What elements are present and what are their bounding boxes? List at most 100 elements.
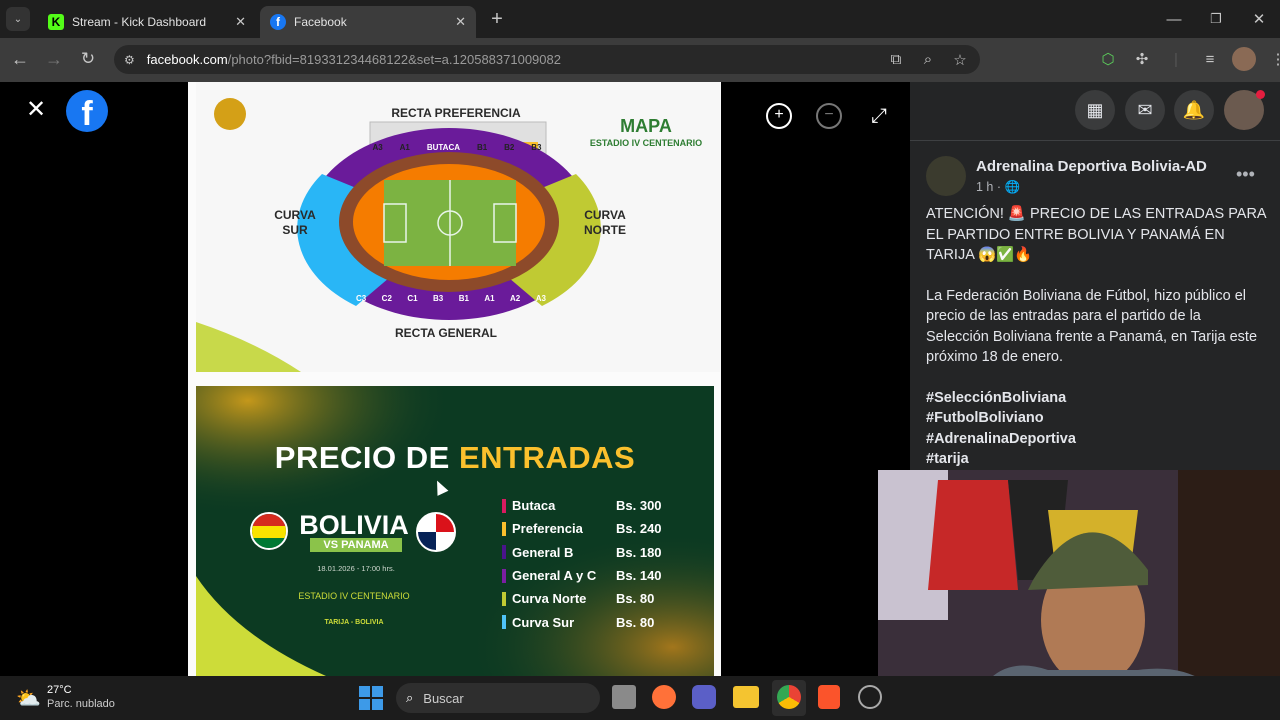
price-row: Curva Norte Bs. 80 [502,587,682,610]
weather-icon[interactable]: ⛅ [16,686,41,711]
tab-strip: ⌄ K Stream - Kick Dashboard ✕ f Facebook… [0,0,1280,38]
recta-preferencia-label: RECTA PREFERENCIA [391,106,521,120]
back-icon[interactable]: ← [8,47,32,71]
hashtag[interactable]: #tarija [926,449,1266,470]
federation-crest [214,98,246,130]
section-label: A3 [535,294,546,303]
hashtag[interactable]: #FutbolBoliviano [926,408,1266,429]
price-row: Preferencia Bs. 240 [502,517,682,540]
post-time[interactable]: 1 h · 🌐 [976,180,1020,195]
menu-icon[interactable]: ⋮ [1266,47,1280,71]
minimize-icon[interactable]: — [1162,7,1186,31]
curva-norte-label: CURVA NORTE [584,208,626,237]
price-title-a: PRECIO DE [274,440,459,475]
weather-temp[interactable]: 27°C [47,684,72,696]
weather-desc[interactable]: Parc. nublado [47,698,115,710]
app-icon[interactable] [858,685,882,709]
price-title-b: ENTRADAS [458,440,636,475]
kick-icon: K [48,14,64,30]
section-label: BUTACA [426,143,460,152]
firefox-icon[interactable] [652,685,676,709]
start-button[interactable] [359,686,383,710]
price-row-price: Bs. 180 [616,544,662,560]
hashtag[interactable]: #AdrenalinaDeportiva [926,429,1266,450]
close-tab-icon[interactable]: ✕ [455,14,466,30]
price-row-name: Butaca [512,498,556,514]
puzzle-icon[interactable]: ✣ [1130,47,1154,71]
media-control-icon[interactable]: ≡ [1198,47,1222,71]
hashtag[interactable]: #SelecciónBoliviana [926,388,1266,409]
price-row-name: General A y C [512,568,597,584]
post-author[interactable]: Adrenalina Deportiva Bolivia-AD [976,158,1207,175]
stadium-map: RECTA PREFERENCIA RECTA GENERAL CURVA SU… [196,82,720,372]
facebook-icon: f [270,14,286,30]
restore-icon[interactable]: ❐ [1204,7,1228,31]
price-row: Butaca Bs. 300 [502,494,682,517]
post-time-text: 1 h · [976,180,1005,194]
section-label: B3 [433,294,444,303]
brave-icon[interactable] [818,685,840,709]
city: TARIJA - BOLIVIA [324,619,384,626]
facebook-logo[interactable]: f [66,90,108,133]
post-paragraph: La Federación Boliviana de Fútbol, hizo … [926,287,1258,366]
fullscreen-icon[interactable]: ⤢ [866,103,892,129]
section-label: A1 [484,294,495,303]
post-headline: ATENCIÓN! 🚨 PRECIO DE LAS ENTRADAS PARA … [926,206,1266,263]
messenger-icon[interactable]: ✉ [1125,90,1165,130]
tab-kick[interactable]: K Stream - Kick Dashboard ✕ [38,6,256,38]
address-bar[interactable]: ⚙ facebook.com/photo?fbid=81933123446812… [114,45,980,74]
toolbar-extensions: ⬡ ✣ | ≡ ⋮ [1096,47,1280,71]
price-row-name: Preferencia [512,521,583,537]
zoom-in-icon[interactable]: + [766,103,792,129]
recta-general-label: RECTA GENERAL [395,326,497,340]
new-tab-icon[interactable]: + [485,7,509,31]
price-row-name: General B [512,544,574,560]
task-view-icon[interactable] [612,685,636,709]
reload-icon[interactable]: ↻ [76,47,100,71]
close-tab-icon[interactable]: ✕ [235,14,246,30]
section-label: C2 [381,294,392,303]
zoom-icon[interactable]: ⌕ [916,48,940,72]
search-placeholder: Buscar [423,690,464,706]
menu-grid-icon[interactable]: ▦ [1075,90,1115,130]
more-options-icon[interactable]: ••• [1236,164,1255,185]
profile-avatar[interactable] [1232,47,1256,71]
search-icon: ⌕ [406,690,414,705]
team-name: BOLIVIA [299,510,409,540]
price-row-price: Bs. 240 [616,521,662,537]
forward-icon[interactable]: → [42,47,66,71]
color-marker [502,615,506,630]
url-path: /photo?fbid=819331234468122&set=a.120588… [227,52,561,67]
price-row-name: Curva Sur [512,614,575,630]
match-date: 18.01.2026 - 17:00 hrs. [317,564,395,573]
close-viewer-icon[interactable]: ✕ [26,98,50,122]
color-marker [502,568,506,583]
tab-search-icon[interactable]: ⌄ [6,7,30,31]
site-info-icon[interactable]: ⚙ [124,53,135,67]
price-row-price: Bs. 300 [616,498,662,514]
page-avatar[interactable] [926,156,966,196]
chrome-icon[interactable] [777,685,801,709]
map-title: MAPA [620,116,672,136]
url-host: facebook.com [146,52,228,67]
window-close-icon[interactable]: ✕ [1247,7,1271,31]
top-sections: A3 A1 BUTACA B1 B2 B3 [364,143,550,152]
tab-facebook[interactable]: f Facebook ✕ [260,6,476,38]
zoom-out-icon[interactable]: − [816,103,842,129]
extension-icon[interactable]: ⬡ [1096,47,1120,71]
file-explorer-icon[interactable] [733,686,759,708]
bookmark-star-icon[interactable]: ☆ [948,48,972,72]
taskbar-search[interactable]: ⌕ Buscar [396,683,600,713]
teams-icon[interactable] [692,685,716,709]
curva-sur-label: CURVA SUR [274,208,316,237]
notifications-bell-icon[interactable]: 🔔 [1174,90,1214,130]
notification-dot [1256,90,1265,99]
divider: | [1174,50,1178,68]
section-label: A3 [372,143,383,152]
install-app-icon[interactable]: ⧉ [884,48,908,72]
section-label: A2 [510,294,521,303]
section-label: B2 [504,143,515,152]
price-row-price: Bs. 80 [616,614,655,630]
vs-panama: VS PANAMA [310,538,402,552]
price-row-price: Bs. 80 [616,591,655,607]
